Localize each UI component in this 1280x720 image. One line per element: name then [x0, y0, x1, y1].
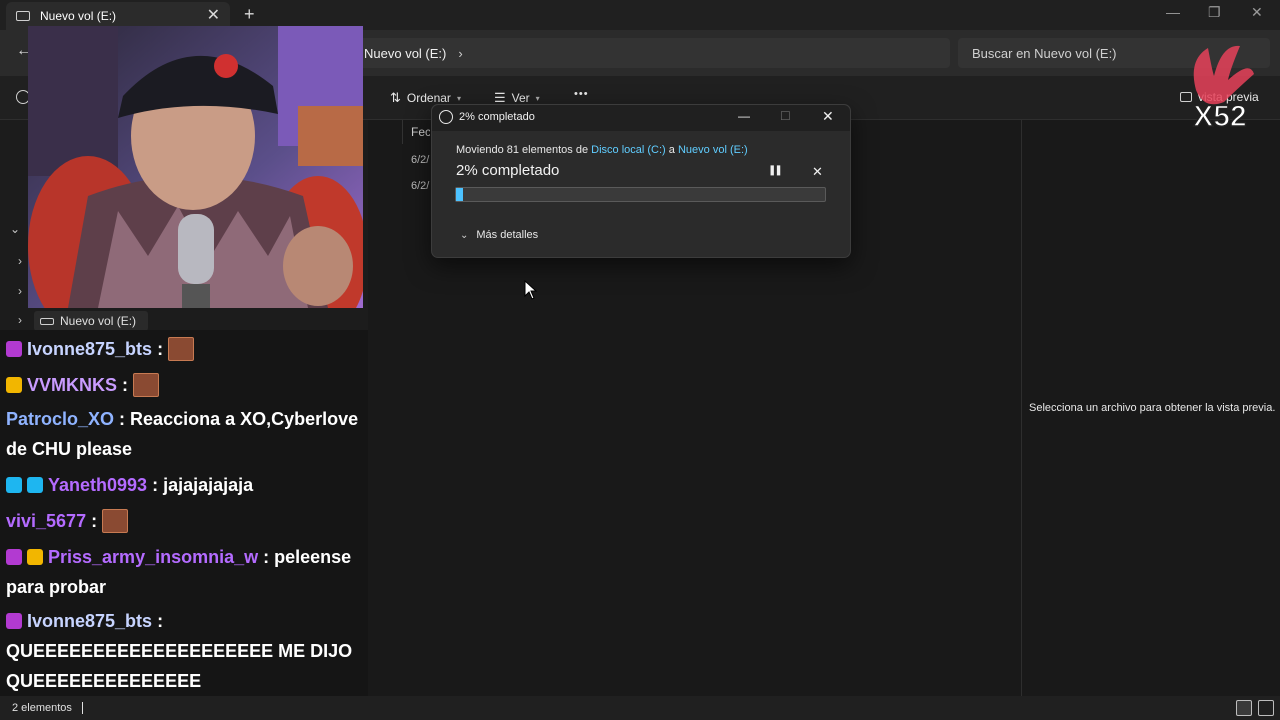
move-mid: a [665, 144, 678, 156]
chat-emote-icon [133, 373, 160, 397]
dialog-title: 2% completado [459, 111, 535, 123]
chevron-down-icon[interactable]: ⌄ [10, 222, 20, 236]
drive-icon [16, 11, 30, 21]
tab-close-icon[interactable]: ✕ [207, 8, 220, 24]
chat-message: vivi_5677 : [6, 506, 368, 536]
item-count: 2 elementos [12, 702, 72, 714]
details-view-icon[interactable] [1236, 700, 1252, 716]
preview-message: Selecciona un archivo para obtener la vi… [1029, 402, 1276, 414]
drive-icon [40, 317, 54, 325]
progress-bar [455, 187, 826, 202]
file-row-date[interactable]: 6/2/ [411, 154, 431, 166]
chat-username[interactable]: Priss_army_insomnia_w [48, 547, 258, 567]
move-description: Moviendo 81 elementos de Disco local (C:… [456, 144, 748, 156]
chat-message: Priss_army_insomnia_w : peleense para pr… [6, 542, 368, 602]
maximize-button[interactable]: ❐ [1208, 4, 1221, 21]
chat-emote-icon [102, 509, 129, 533]
chat-separator: : [147, 475, 164, 495]
chat-text: jajajajajaja [163, 475, 254, 495]
minimize-button[interactable]: — [1166, 4, 1180, 20]
destination-link[interactable]: Nuevo vol (E:) [678, 144, 748, 156]
chat-username[interactable]: Ivonne875_bts [27, 611, 152, 631]
chevron-down-icon: ⌄ [460, 229, 469, 241]
x52-logo: X52 [1193, 45, 1254, 130]
chat-message: Ivonne875_bts : [6, 334, 368, 364]
more-details-button[interactable]: ⌄ Más detalles [460, 229, 538, 241]
nav-item-label: Nuevo vol (E:) [60, 314, 137, 328]
chat-badge-icon [27, 549, 43, 565]
progress-bar-fill [456, 188, 463, 201]
status-divider [82, 702, 83, 714]
chevron-right-icon[interactable]: › [18, 313, 22, 327]
chat-separator: : [152, 611, 164, 631]
chevron-down-icon: ▾ [535, 93, 540, 103]
chat-emote-icon [168, 337, 195, 361]
sort-label: Ordenar [406, 91, 451, 105]
clock-icon [439, 110, 453, 124]
view-label: Ver [511, 91, 530, 105]
dialog-close-button[interactable]: ✕ [822, 108, 834, 125]
column-header-date[interactable]: Fecha [402, 120, 430, 144]
chat-message: VVMKNKS : [6, 370, 368, 400]
tiles-view-icon[interactable] [1258, 700, 1274, 716]
address-bar[interactable]: Nuevo vol (E:) › [352, 38, 950, 68]
tab-label: Nuevo vol (E:) [40, 9, 117, 23]
chat-badge-icon [6, 613, 22, 629]
chat-badge-icon [6, 377, 22, 393]
new-tab-button[interactable]: + [244, 4, 255, 25]
chat-separator: : [258, 547, 275, 567]
search-placeholder: Buscar en Nuevo vol (E:) [972, 45, 1117, 61]
move-prefix: Moviendo 81 elementos de [456, 144, 592, 156]
chat-badge-icon [6, 549, 22, 565]
chat-separator: : [152, 339, 169, 359]
webcam-video [28, 26, 363, 308]
dialog-maximize-button: ☐ [780, 109, 791, 123]
chat-message: Patroclo_XO : Reacciona a XO,Cyberlove d… [6, 404, 368, 464]
nav-item-nuevo-vol[interactable]: Nuevo vol (E:) [34, 311, 148, 331]
chat-username[interactable]: Patroclo_XO [6, 409, 114, 429]
chat-separator: : [117, 375, 134, 395]
chat-message: Ivonne875_bts : QUEEEEEEEEEEEEEEEEEEEE M… [6, 606, 368, 696]
chevron-right-icon[interactable]: › [18, 284, 22, 298]
chat-text: QUEEEEEEEEEEEEEEEEEEEE ME DIJO QUEEEEEEE… [6, 641, 353, 691]
chat-message: Yaneth0993 : jajajajajaja [6, 470, 368, 500]
file-row-date[interactable]: 6/2/ [411, 180, 431, 192]
chat-separator: : [86, 511, 103, 531]
dialog-minimize-button[interactable]: — [738, 109, 750, 123]
chat-username[interactable]: vivi_5677 [6, 511, 86, 531]
chat-badge-icon [27, 477, 43, 493]
chat-username[interactable]: Yaneth0993 [48, 475, 147, 495]
chevron-right-icon[interactable]: › [458, 46, 462, 61]
more-details-label: Más detalles [476, 229, 539, 241]
chat-badge-icon [6, 477, 22, 493]
status-bar [0, 696, 1280, 720]
mouse-cursor-icon [524, 280, 538, 300]
more-options-button[interactable]: ••• [574, 88, 589, 100]
chevron-right-icon[interactable]: › [18, 254, 22, 268]
cancel-button[interactable]: ✕ [812, 164, 823, 180]
close-window-button[interactable]: ✕ [1251, 4, 1263, 21]
sort-icon: ⇅ [390, 90, 401, 105]
chevron-down-icon: ▾ [456, 93, 461, 103]
source-link[interactable]: Disco local (C:) [591, 144, 666, 156]
chat-username[interactable]: Ivonne875_bts [27, 339, 152, 359]
streamer-image [28, 26, 363, 308]
pause-button[interactable]: ❚❚ [768, 165, 783, 176]
chat-username[interactable]: VVMKNKS [27, 375, 117, 395]
chat-badge-icon [6, 341, 22, 357]
breadcrumb-drive[interactable]: Nuevo vol (E:) [364, 46, 446, 61]
chat-separator: : [114, 409, 131, 429]
logo-text: X52 [1193, 100, 1246, 130]
progress-percent-label: 2% completado [456, 162, 560, 179]
